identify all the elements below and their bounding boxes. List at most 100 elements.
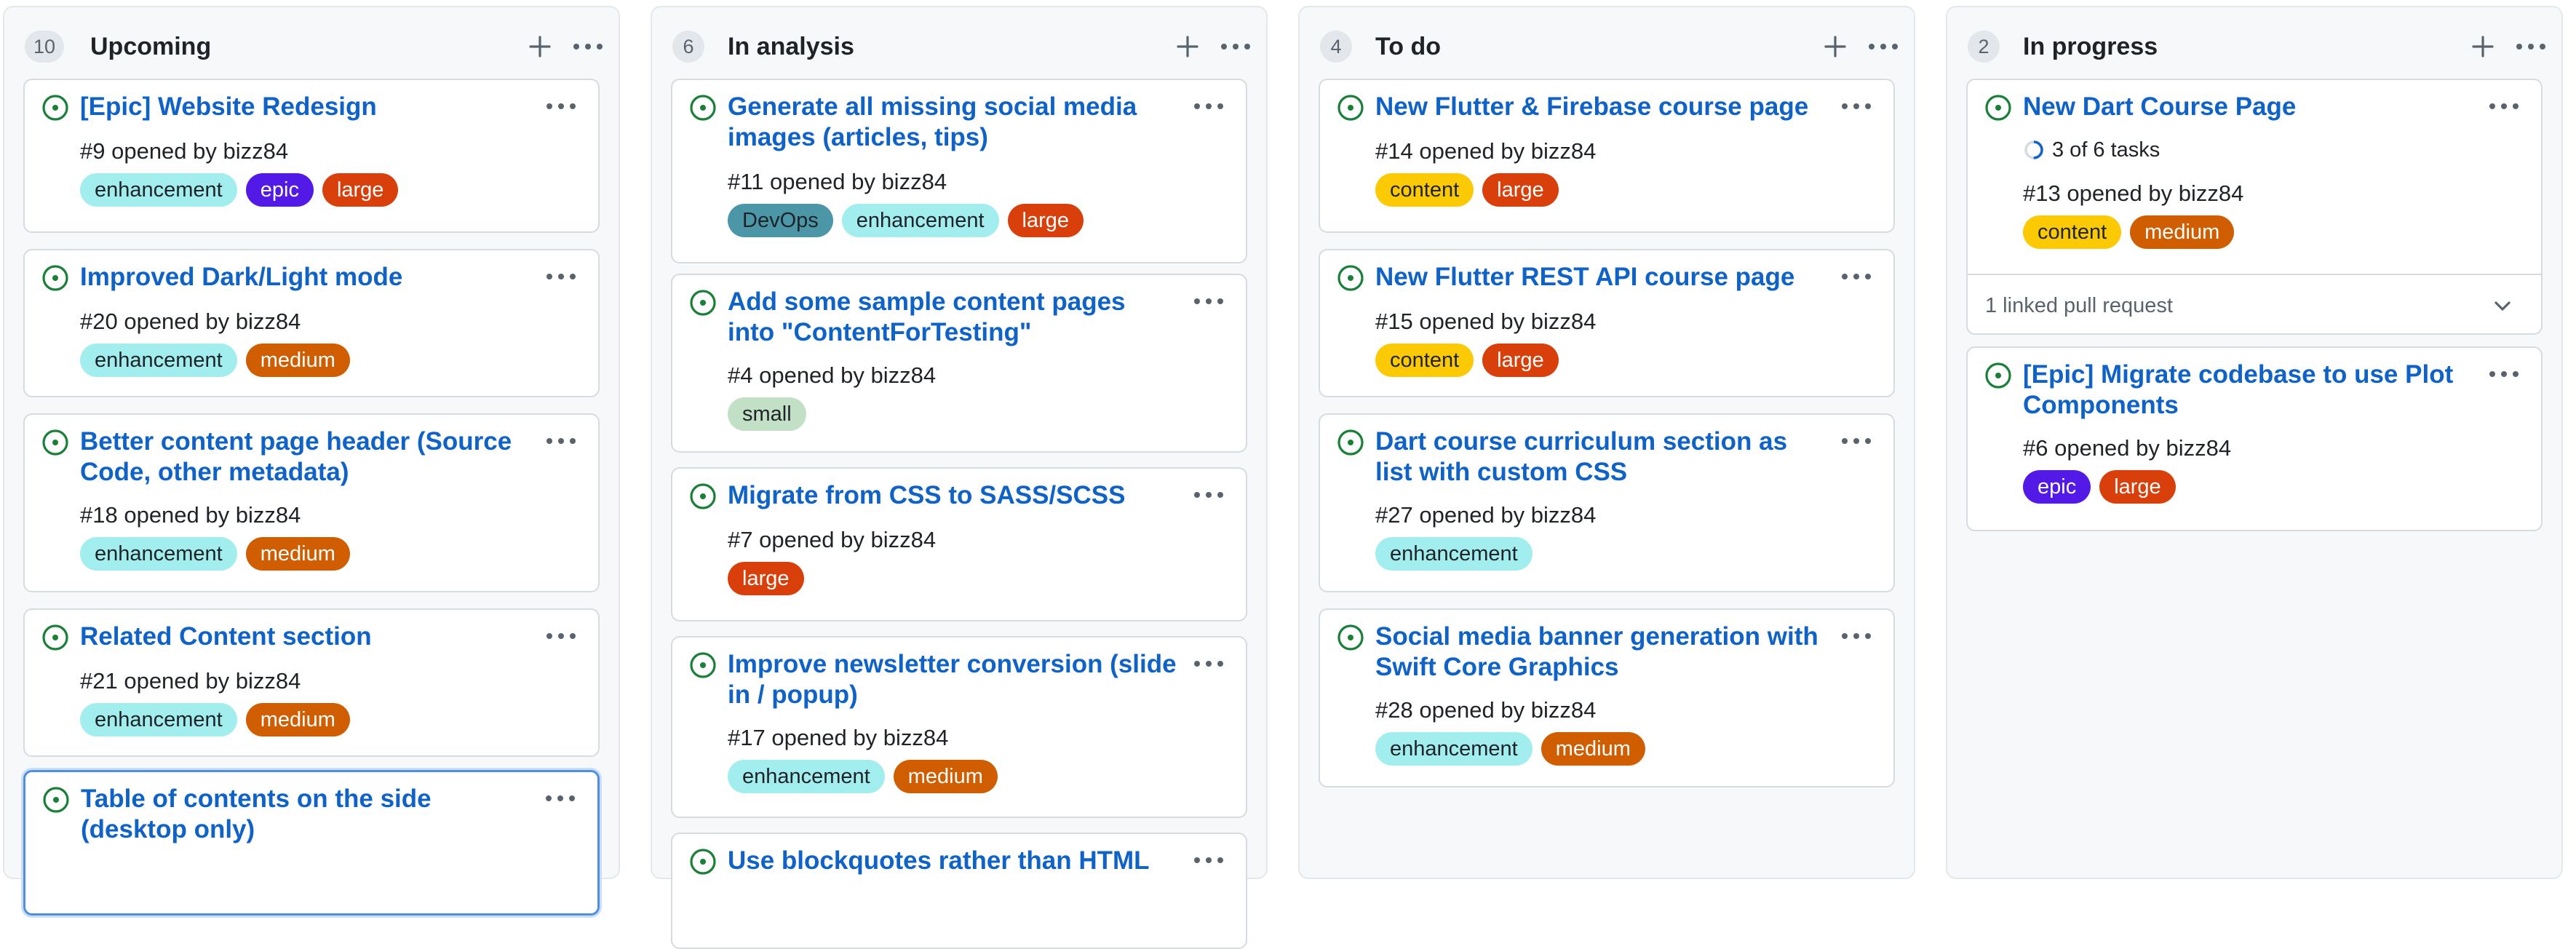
issue-title-link[interactable]: [Epic] Website Redesign xyxy=(80,92,531,122)
label-content[interactable]: content xyxy=(1375,344,1474,377)
progress-ring-icon xyxy=(2023,139,2045,161)
label-list: DevOps enhancement large xyxy=(728,204,1092,237)
kebab-horizontal-icon xyxy=(546,633,576,639)
issue-title-link[interactable]: New Flutter REST API course page xyxy=(1375,262,1826,293)
issue-title-link[interactable]: Dart course curriculum section as list w… xyxy=(1375,426,1826,488)
issue-open-icon xyxy=(1336,263,1365,293)
card-menu-button[interactable] xyxy=(1838,93,1875,119)
label-large[interactable]: large xyxy=(1482,344,1559,377)
label-small[interactable]: small xyxy=(728,397,806,431)
label-enhancement[interactable]: enhancement xyxy=(80,537,237,571)
linked-pull-requests-toggle[interactable]: 1 linked pull request xyxy=(1968,274,2541,336)
task-progress[interactable]: 3 of 6 tasks xyxy=(2023,135,2160,164)
label-devops[interactable]: DevOps xyxy=(728,204,833,237)
issue-card[interactable]: New Flutter & Firebase course page #14 o… xyxy=(1319,79,1895,233)
card-menu-button[interactable] xyxy=(1190,93,1227,119)
card-menu-button[interactable] xyxy=(1838,428,1875,454)
kebab-horizontal-icon xyxy=(1842,438,1871,444)
kebab-horizontal-icon xyxy=(546,274,576,279)
label-epic[interactable]: epic xyxy=(245,173,314,207)
issue-title-link[interactable]: Table of contents on the side (desktop o… xyxy=(81,784,532,845)
issue-title-link[interactable]: New Flutter & Firebase course page xyxy=(1375,92,1826,122)
issue-card[interactable]: [Epic] Website Redesign #9 opened by biz… xyxy=(23,79,600,233)
label-enhancement[interactable]: enhancement xyxy=(80,344,237,377)
issue-open-icon xyxy=(1336,428,1365,457)
issue-open-icon xyxy=(1336,623,1365,652)
add-item-button[interactable] xyxy=(1169,28,1206,65)
issue-title-link[interactable]: Generate all missing social media images… xyxy=(728,92,1179,153)
issue-card[interactable]: Improve newsletter conversion (slide in … xyxy=(671,636,1247,818)
label-content[interactable]: content xyxy=(2023,215,2122,249)
card-menu-button[interactable] xyxy=(1190,651,1227,677)
add-item-button[interactable] xyxy=(2464,28,2502,65)
card-menu-button[interactable] xyxy=(542,785,579,811)
issue-meta: #28 opened by bizz84 xyxy=(1375,697,1597,723)
issue-meta: #13 opened by bizz84 xyxy=(2023,180,2244,206)
column-menu-button[interactable] xyxy=(568,28,608,65)
issue-title-link[interactable]: Improved Dark/Light mode xyxy=(80,262,531,293)
issue-title-link[interactable]: Use blockquotes rather than HTML xyxy=(728,846,1179,876)
add-item-button[interactable] xyxy=(1816,28,1854,65)
card-menu-button[interactable] xyxy=(1190,482,1227,508)
card-menu-button[interactable] xyxy=(543,428,579,454)
card-menu-button[interactable] xyxy=(1190,847,1227,873)
label-medium[interactable]: medium xyxy=(893,760,998,793)
label-large[interactable]: large xyxy=(2099,470,2176,504)
issue-title-link[interactable]: Social media banner generation with Swif… xyxy=(1375,622,1826,683)
card-menu-button[interactable] xyxy=(543,263,579,290)
label-medium[interactable]: medium xyxy=(245,537,350,571)
issue-title-link[interactable]: Improve newsletter conversion (slide in … xyxy=(728,649,1179,710)
label-epic[interactable]: epic xyxy=(2023,470,2091,504)
issue-card[interactable]: Use blockquotes rather than HTML xyxy=(671,833,1247,949)
label-large[interactable]: large xyxy=(1007,204,1084,237)
label-enhancement[interactable]: enhancement xyxy=(728,760,885,793)
label-large[interactable]: large xyxy=(728,562,804,595)
label-enhancement[interactable]: enhancement xyxy=(1375,537,1533,571)
label-large[interactable]: large xyxy=(322,173,399,207)
issue-card[interactable]: Better content page header (Source Code,… xyxy=(23,413,600,592)
add-item-button[interactable] xyxy=(521,28,559,65)
issue-card[interactable]: Dart course curriculum section as list w… xyxy=(1319,413,1895,592)
issue-title-link[interactable]: [Epic] Migrate codebase to use Plot Comp… xyxy=(2023,360,2474,421)
issue-card-selected[interactable]: Table of contents on the side (desktop o… xyxy=(23,770,600,916)
card-menu-button[interactable] xyxy=(1190,288,1227,314)
label-medium[interactable]: medium xyxy=(245,344,350,377)
issue-title-link[interactable]: Related Content section xyxy=(80,622,531,652)
card-menu-button[interactable] xyxy=(2486,93,2522,119)
label-medium[interactable]: medium xyxy=(1541,732,1645,766)
label-enhancement[interactable]: enhancement xyxy=(80,703,237,736)
kebab-horizontal-icon xyxy=(1194,492,1223,498)
label-large[interactable]: large xyxy=(1482,173,1559,207)
plus-icon xyxy=(1177,36,1198,57)
issue-card[interactable]: [Epic] Migrate codebase to use Plot Comp… xyxy=(1966,346,2543,531)
issue-card[interactable]: New Flutter REST API course page #15 ope… xyxy=(1319,249,1895,397)
issue-title-link[interactable]: New Dart Course Page xyxy=(2023,92,2474,122)
column-header: 4 To do xyxy=(1300,7,1914,80)
label-enhancement[interactable]: enhancement xyxy=(841,204,999,237)
label-enhancement[interactable]: enhancement xyxy=(1375,732,1533,766)
column-menu-button[interactable] xyxy=(1215,28,1256,65)
issue-title-link[interactable]: Migrate from CSS to SASS/SCSS xyxy=(728,480,1179,511)
issue-title-link[interactable]: Better content page header (Source Code,… xyxy=(80,426,531,488)
column-title: Upcoming xyxy=(90,33,212,60)
column-menu-button[interactable] xyxy=(2511,28,2551,65)
issue-card[interactable]: Add some sample content pages into "Cont… xyxy=(671,274,1247,453)
issue-title-link[interactable]: Add some sample content pages into "Cont… xyxy=(728,287,1179,348)
label-list: enhancement xyxy=(1375,537,1541,571)
issue-card[interactable]: New Dart Course Page 3 of 6 tasks #13 op… xyxy=(1966,79,2543,335)
label-content[interactable]: content xyxy=(1375,173,1474,207)
issue-card[interactable]: Social media banner generation with Swif… xyxy=(1319,608,1895,787)
issue-card[interactable]: Improved Dark/Light mode #20 opened by b… xyxy=(23,249,600,397)
card-menu-button[interactable] xyxy=(2486,361,2522,387)
card-menu-button[interactable] xyxy=(1838,623,1875,649)
label-enhancement[interactable]: enhancement xyxy=(80,173,237,207)
issue-card[interactable]: Migrate from CSS to SASS/SCSS #7 opened … xyxy=(671,467,1247,622)
issue-card[interactable]: Generate all missing social media images… xyxy=(671,79,1247,263)
column-menu-button[interactable] xyxy=(1863,28,1904,65)
label-medium[interactable]: medium xyxy=(245,703,350,736)
label-medium[interactable]: medium xyxy=(2130,215,2235,249)
card-menu-button[interactable] xyxy=(543,93,579,119)
card-menu-button[interactable] xyxy=(543,623,579,649)
card-menu-button[interactable] xyxy=(1838,263,1875,290)
issue-card[interactable]: Related Content section #21 opened by bi… xyxy=(23,608,600,757)
